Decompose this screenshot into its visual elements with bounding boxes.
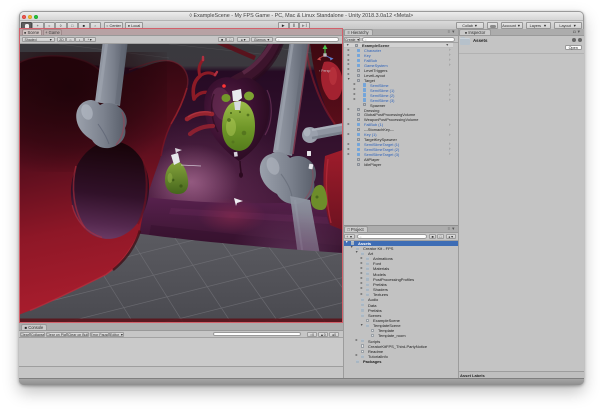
svg-text:‹ Persp: ‹ Persp [319, 69, 330, 73]
